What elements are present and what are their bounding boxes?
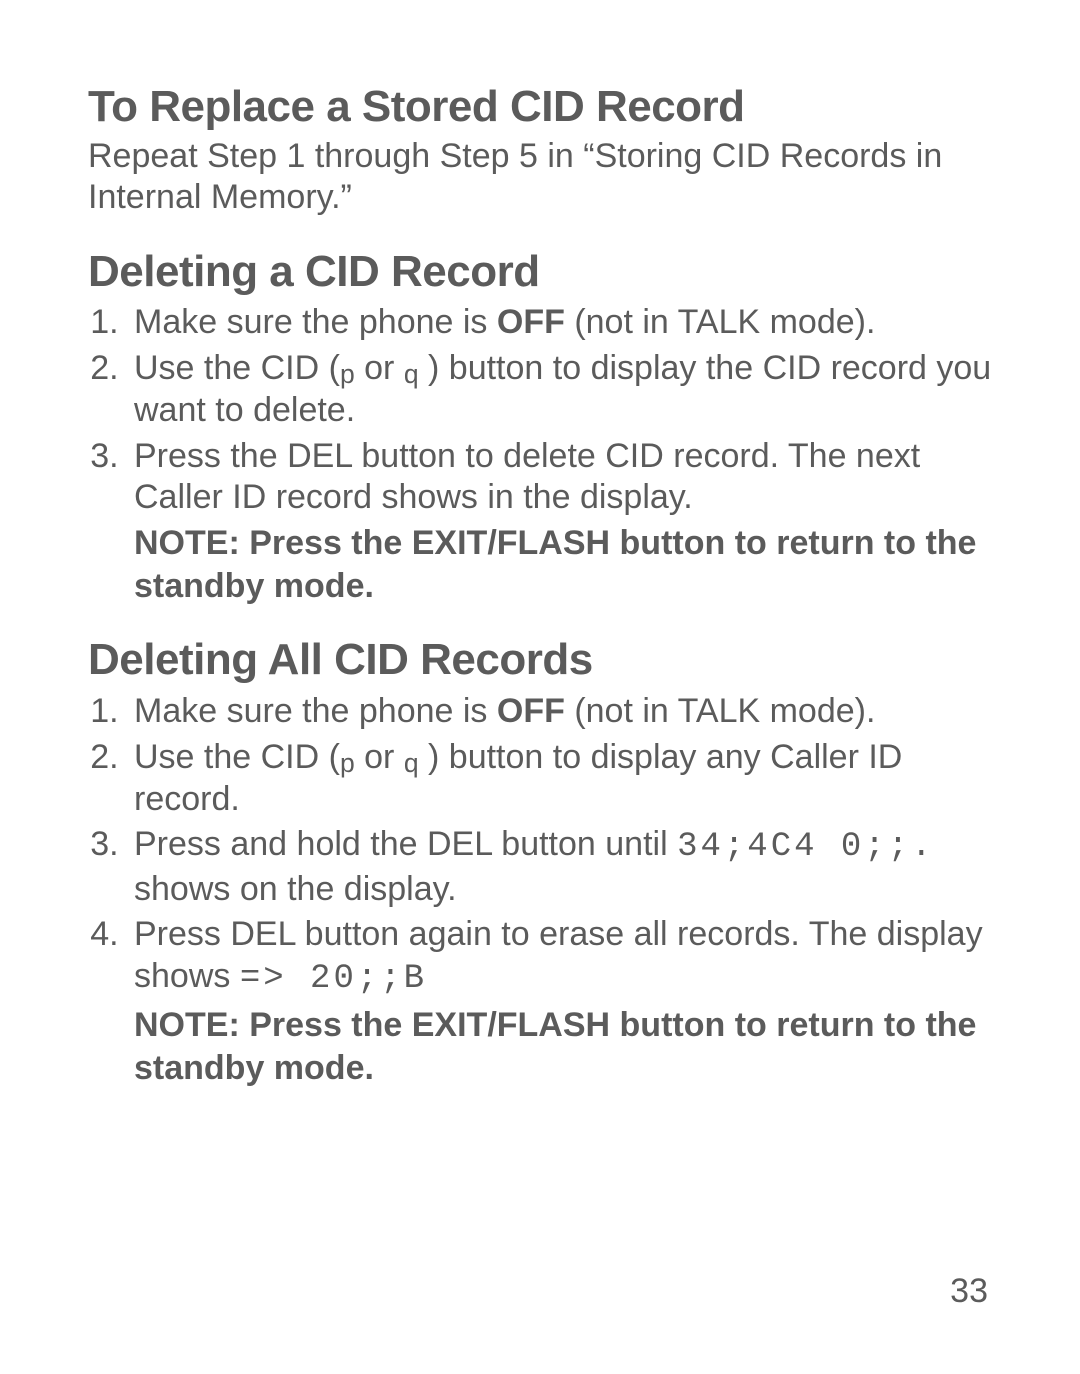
heading-delete-cid: Deleting a CID Record xyxy=(88,245,992,299)
arrow-glyph: q xyxy=(404,359,419,389)
arrow-glyph: q xyxy=(404,748,419,778)
list-item: Make sure the phone is OFF (not in TALK … xyxy=(128,302,992,343)
body-text: Press and hold the DEL button until xyxy=(134,825,677,863)
list-item: Press DEL button again to erase all reco… xyxy=(128,914,992,1089)
list-item: Use the CID (p or q ) button to display … xyxy=(128,737,992,821)
list-delete-all-cid: Make sure the phone is OFF (not in TALK … xyxy=(88,691,992,1089)
list-item: Use the CID (p or q ) button to display … xyxy=(128,348,992,432)
body-text: or xyxy=(355,349,404,387)
body-text: or xyxy=(355,738,404,776)
note-text: NOTE: Press the EXIT/FLASH button to ret… xyxy=(134,522,992,607)
bold-text: OFF xyxy=(497,692,565,730)
display-code: => 20;;B xyxy=(240,960,427,998)
body-text: (not in TALK mode). xyxy=(565,303,876,341)
list-delete-cid: Make sure the phone is OFF (not in TALK … xyxy=(88,302,992,607)
heading-replace-cid: To Replace a Stored CID Record xyxy=(88,80,992,134)
bold-text: OFF xyxy=(497,303,565,341)
heading-delete-all-cid: Deleting All CID Records xyxy=(88,633,992,687)
body-text: Press the DEL button to delete CID recor… xyxy=(134,437,920,516)
para-replace-cid: Repeat Step 1 through Step 5 in “Storing… xyxy=(88,136,992,219)
arrow-glyph: p xyxy=(340,359,355,389)
page-number: 33 xyxy=(950,1271,988,1312)
manual-page: To Replace a Stored CID Record Repeat St… xyxy=(0,0,1080,1374)
note-text: NOTE: Press the EXIT/FLASH button to ret… xyxy=(134,1004,992,1089)
body-text: shows on the display. xyxy=(134,870,457,908)
arrow-glyph: p xyxy=(340,748,355,778)
list-item: Press the DEL button to delete CID recor… xyxy=(128,436,992,608)
body-text: Make sure the phone is xyxy=(134,692,497,730)
body-text: Use the CID ( xyxy=(134,738,340,776)
body-text: Make sure the phone is xyxy=(134,303,497,341)
body-text: (not in TALK mode). xyxy=(565,692,876,730)
list-item: Make sure the phone is OFF (not in TALK … xyxy=(128,691,992,732)
list-item: Press and hold the DEL button until 34;4… xyxy=(128,824,992,910)
display-code: 34;4C4 0;;. xyxy=(677,828,934,866)
body-text: Use the CID ( xyxy=(134,349,340,387)
